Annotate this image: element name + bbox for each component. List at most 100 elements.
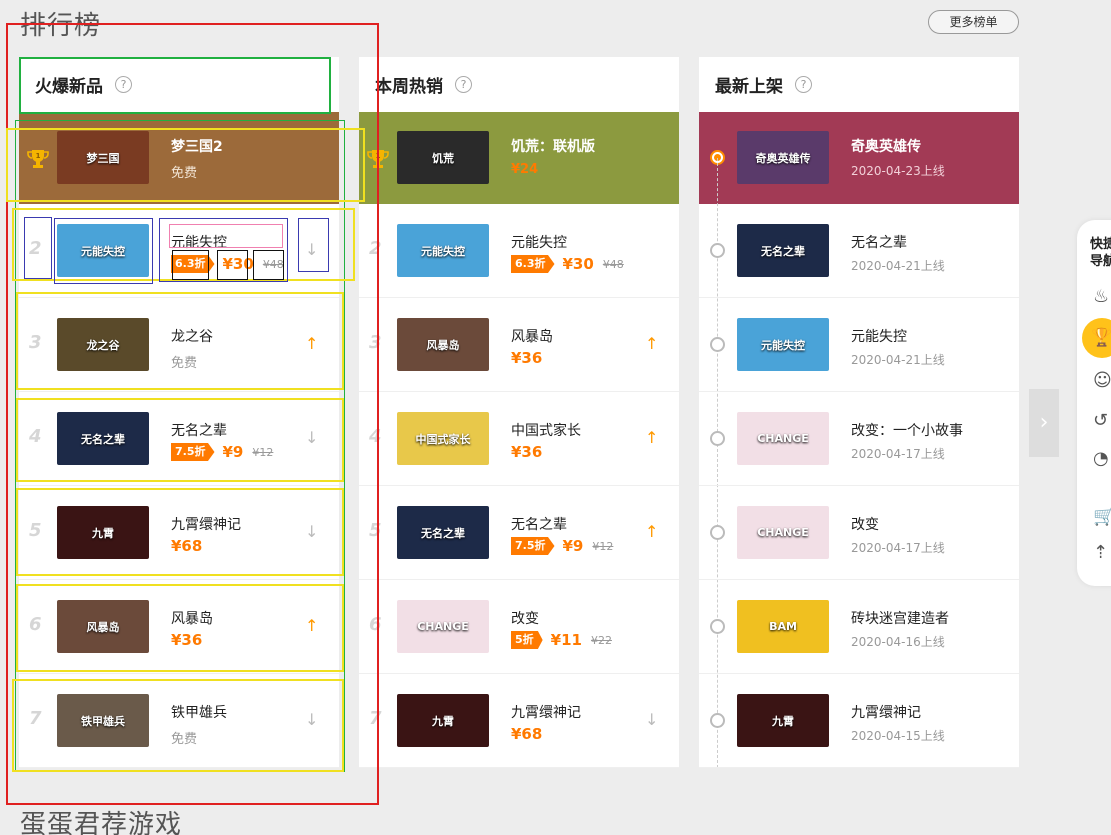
game-thumbnail[interactable]: 风暴岛	[57, 600, 149, 653]
game-thumbnail[interactable]: 饥荒	[397, 131, 489, 184]
game-name[interactable]: 铁甲雄兵	[171, 702, 227, 722]
current-price: ¥9	[562, 537, 584, 555]
release-date: 2020-04-16上线	[851, 635, 945, 649]
game-thumbnail[interactable]: 无名之辈	[397, 506, 489, 559]
game-price: 免费	[171, 166, 198, 181]
game-name[interactable]: 九霄缳神记	[511, 702, 581, 722]
list-item[interactable]: CHANGE 改变 2020-04-17上线	[699, 486, 1019, 580]
game-name[interactable]: 无名之辈	[851, 232, 907, 252]
game-name[interactable]: 奇奥英雄传	[851, 136, 921, 156]
game-name[interactable]: 梦三国2	[171, 136, 223, 156]
more-rankings-button[interactable]: 更多榜单	[928, 10, 1019, 34]
game-thumbnail[interactable]: BAM	[737, 600, 829, 653]
game-thumbnail[interactable]: 元能失控	[737, 318, 829, 371]
chart-icon[interactable]: ◔	[1093, 448, 1109, 469]
game-name[interactable]: 元能失控	[511, 232, 567, 252]
fire-icon[interactable]: ♨	[1093, 286, 1109, 307]
game-name[interactable]: 元能失控	[851, 326, 907, 346]
game-thumbnail[interactable]: CHANGE	[737, 506, 829, 559]
game-thumbnail[interactable]: 中国式家长	[397, 412, 489, 465]
top-ranked-item[interactable]: 1 饥荒 饥荒：联机版 ¥24	[359, 112, 679, 204]
original-price: ¥12	[592, 539, 614, 553]
game-thumbnail[interactable]: 无名之辈	[57, 412, 149, 465]
game-name[interactable]: 饥荒：联机版	[511, 136, 595, 156]
list-item[interactable]: 4 无名之辈 无名之辈 7.5折 ¥9 ¥12 ↓	[19, 392, 339, 486]
help-icon[interactable]: ?	[795, 76, 812, 93]
game-name[interactable]: 龙之谷	[171, 326, 213, 346]
game-name[interactable]: 元能失控	[171, 232, 227, 252]
top-ranked-item[interactable]: 奇奥英雄传 奇奥英雄传 2020-04-23上线	[699, 112, 1019, 204]
next-arrow-button[interactable]: ›	[1029, 389, 1059, 457]
mask-icon[interactable]: ☺	[1093, 370, 1111, 391]
rocket-icon[interactable]: ⇡	[1093, 542, 1108, 563]
current-price: ¥9	[222, 443, 244, 461]
game-name[interactable]: 砖块迷宫建造者	[851, 608, 949, 628]
price-line: ¥36	[171, 631, 202, 649]
game-thumbnail[interactable]: CHANGE	[397, 600, 489, 653]
svg-text:1: 1	[36, 152, 41, 160]
rank-number: 7	[29, 708, 42, 729]
game-thumbnail[interactable]: 九霄	[737, 694, 829, 747]
price-line: ¥68	[511, 725, 542, 743]
list-item[interactable]: 2 元能失控 元能失控 6.3折 ¥30 ¥48 ↓	[19, 204, 339, 298]
thumbnail-caption: 元能失控	[81, 244, 125, 258]
original-price: ¥12	[252, 445, 274, 459]
thumbnail-caption: 无名之辈	[81, 432, 125, 446]
game-name[interactable]: 无名之辈	[511, 514, 567, 534]
original-price: ¥22	[590, 633, 612, 647]
help-icon[interactable]: ?	[115, 76, 132, 93]
history-icon[interactable]: ↺	[1093, 410, 1108, 431]
game-thumbnail[interactable]: 奇奥英雄传	[737, 131, 829, 184]
cart-icon[interactable]: 🛒	[1093, 506, 1111, 527]
game-thumbnail[interactable]: 元能失控	[397, 224, 489, 277]
game-name[interactable]: 改变：一个小故事	[851, 420, 963, 440]
trend-down-icon: ↓	[305, 710, 319, 729]
thumbnail-caption: 铁甲雄兵	[81, 714, 125, 728]
game-name[interactable]: 风暴岛	[511, 326, 553, 346]
list-item[interactable]: 3 风暴岛 风暴岛 ¥36 ↑	[359, 298, 679, 392]
trend-down-icon: ↓	[645, 710, 659, 729]
help-icon[interactable]: ?	[455, 76, 472, 93]
list-item[interactable]: 7 九霄 九霄缳神记 ¥68 ↓	[359, 674, 679, 768]
game-name[interactable]: 改变	[511, 608, 539, 628]
column-title: 火爆新品	[35, 77, 103, 97]
game-name[interactable]: 风暴岛	[171, 608, 213, 628]
game-thumbnail[interactable]: 铁甲雄兵	[57, 694, 149, 747]
list-item[interactable]: 5 九霄 九霄缳神记 ¥68 ↓	[19, 486, 339, 580]
game-thumbnail[interactable]: 龙之谷	[57, 318, 149, 371]
list-item[interactable]: 4 中国式家长 中国式家长 ¥36 ↑	[359, 392, 679, 486]
game-thumbnail[interactable]: CHANGE	[737, 412, 829, 465]
list-item[interactable]: CHANGE 改变：一个小故事 2020-04-17上线	[699, 392, 1019, 486]
list-item[interactable]: 7 铁甲雄兵 铁甲雄兵 免费 ↓	[19, 674, 339, 768]
game-name[interactable]: 中国式家长	[511, 420, 581, 440]
game-thumbnail[interactable]: 风暴岛	[397, 318, 489, 371]
current-price: ¥30	[222, 255, 254, 273]
rank-number: 3	[29, 332, 42, 353]
trophy-nav-icon[interactable]: 🏆	[1082, 318, 1111, 358]
list-item[interactable]: 6 CHANGE 改变 5折 ¥11 ¥22	[359, 580, 679, 674]
list-item[interactable]: 5 无名之辈 无名之辈 7.5折 ¥9 ¥12 ↑	[359, 486, 679, 580]
list-item[interactable]: 九霄 九霄缳神记 2020-04-15上线	[699, 674, 1019, 768]
game-name[interactable]: 无名之辈	[171, 420, 227, 440]
thumbnail-caption: 风暴岛	[86, 620, 120, 634]
list-item[interactable]: 无名之辈 无名之辈 2020-04-21上线	[699, 204, 1019, 298]
top-ranked-item[interactable]: 1 梦三国 梦三国2 免费	[19, 112, 339, 204]
list-item[interactable]: BAM 砖块迷宫建造者 2020-04-16上线	[699, 580, 1019, 674]
game-thumbnail[interactable]: 九霄	[397, 694, 489, 747]
rank-number: 5	[29, 520, 42, 541]
list-item[interactable]: 2 元能失控 元能失控 6.3折 ¥30 ¥48	[359, 204, 679, 298]
game-name[interactable]: 九霄缳神记	[851, 702, 921, 722]
game-thumbnail[interactable]: 无名之辈	[737, 224, 829, 277]
price-line: 7.5折 ¥9 ¥12	[511, 537, 613, 555]
game-thumbnail[interactable]: 九霄	[57, 506, 149, 559]
game-name[interactable]: 改变	[851, 514, 879, 534]
original-price: ¥48	[602, 257, 624, 271]
list-item[interactable]: 6 风暴岛 风暴岛 ¥36 ↑	[19, 580, 339, 674]
game-thumbnail[interactable]: 元能失控	[57, 224, 149, 277]
game-name[interactable]: 九霄缳神记	[171, 514, 241, 534]
trend-up-icon: ↑	[645, 522, 659, 541]
list-item[interactable]: 元能失控 元能失控 2020-04-21上线	[699, 298, 1019, 392]
thumbnail-caption: 龙之谷	[86, 338, 120, 352]
game-thumbnail[interactable]: 梦三国	[57, 131, 149, 184]
list-item[interactable]: 3 龙之谷 龙之谷 免费 ↑	[19, 298, 339, 392]
